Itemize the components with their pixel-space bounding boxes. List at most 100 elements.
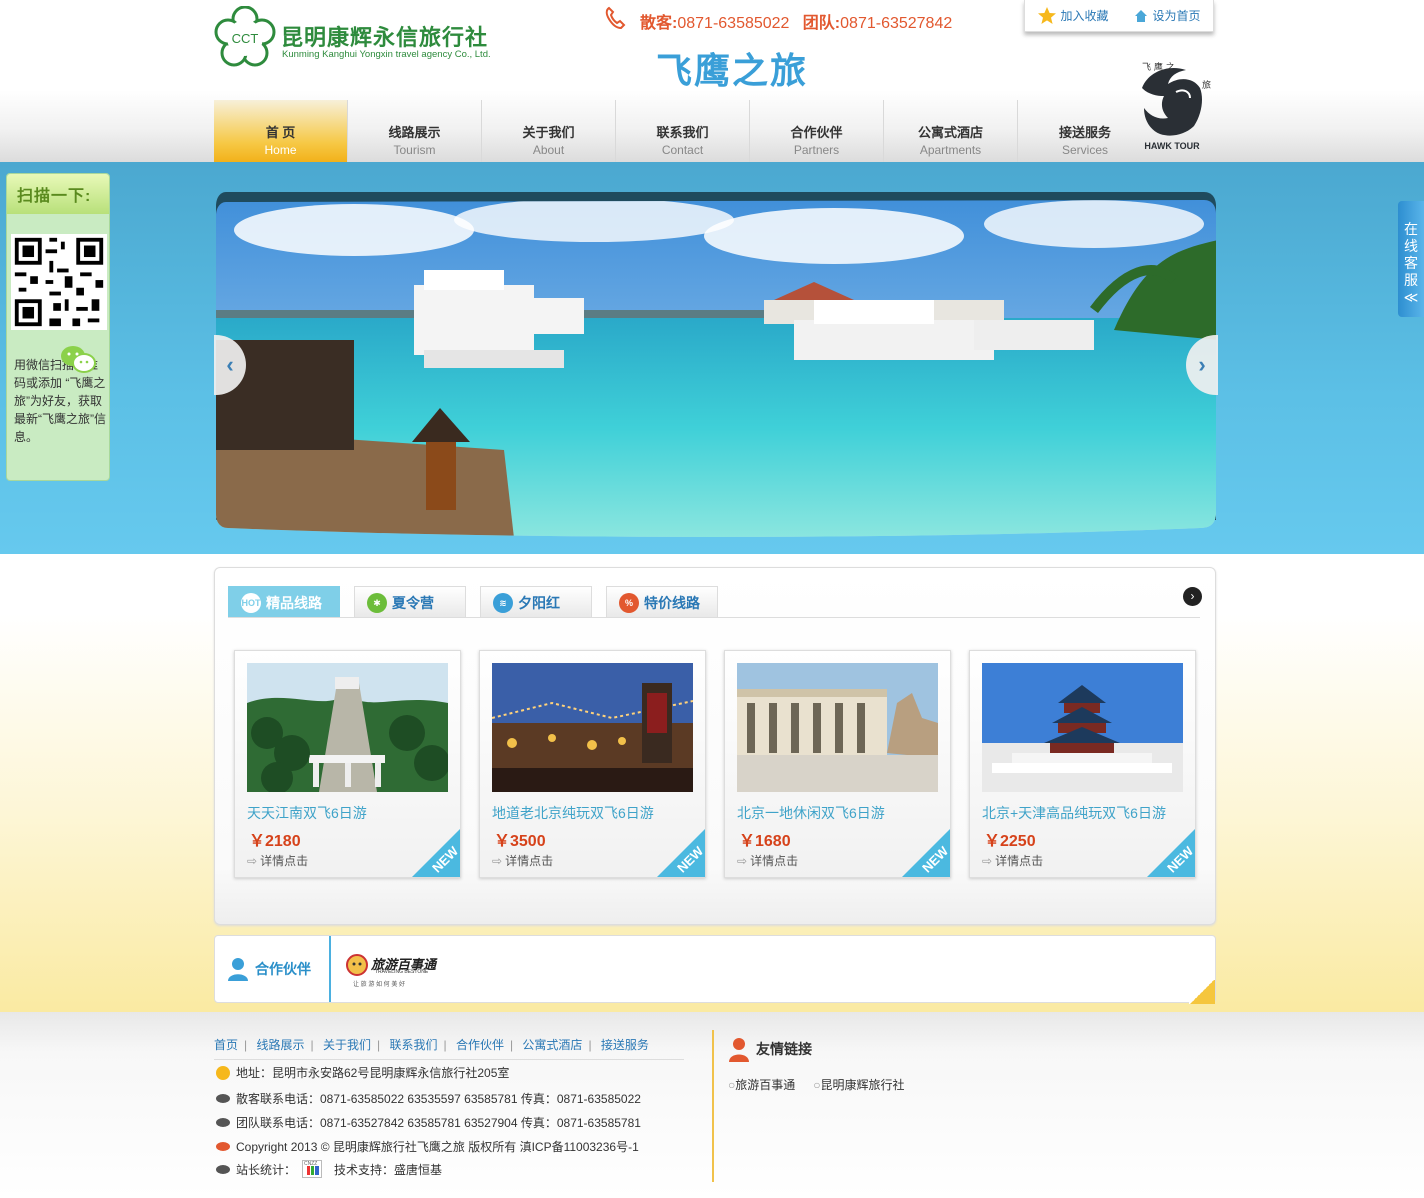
svg-text:HAWK TOUR: HAWK TOUR	[1144, 141, 1200, 151]
location-icon	[216, 1065, 230, 1080]
product-title: 地道老北京纯玩双飞6日游	[492, 805, 654, 821]
footer-link-home[interactable]: 首页	[214, 1038, 238, 1052]
nav-contact-en: Contact	[661, 143, 704, 157]
footer-stats-row: 站长统计： CNZZ 技术支持：盛唐恒基	[216, 1160, 442, 1178]
product-price: ￥2180	[249, 833, 301, 850]
partner-logo-link[interactable]: 旅游百事通 TRAVELING BESTONE 让 旅 游 如 何 美 好	[345, 951, 445, 989]
bookmark-link[interactable]: 加入收藏	[1037, 6, 1109, 26]
product-title: 天天江南双飞6日游	[247, 805, 367, 821]
nav-tourism[interactable]: 线路展示 Tourism	[348, 100, 482, 162]
main-nav: 首 页 Home 线路展示 Tourism 关于我们 About 联系我们 Contac…	[214, 100, 1152, 162]
product-price: ￥1680	[739, 833, 791, 850]
product-card[interactable]: 地道老北京纯玩双飞6日游 ￥3500 ⇨ 详情点击 NEW	[479, 650, 706, 878]
detail-label: 详情点击	[505, 854, 554, 868]
online-service-arrow: ≪	[1403, 289, 1419, 305]
friend-links-title: 友情链接	[756, 1041, 812, 1057]
tab-special-offers-label: 特价线路	[644, 594, 700, 611]
page-fold-corner	[1189, 980, 1215, 1004]
logo-chinese-name: 昆明康辉永信旅行社	[281, 25, 489, 50]
partners-heading: 合作伙伴	[215, 936, 331, 1002]
nav-apartments-en: Apartments	[919, 143, 982, 157]
tab-premium-routes[interactable]: HOT 精品线路	[228, 586, 340, 618]
qr-title: 扫描一下:	[7, 174, 109, 214]
footer-copyright: Copyright 2013 © 昆明康辉旅行社飞鹰之旅 版权所有 滇ICP备1…	[236, 1140, 639, 1154]
cnzz-stats-badge[interactable]: CNZZ	[302, 1160, 323, 1178]
arrow-right-icon: ⇨	[492, 853, 503, 868]
svg-text:旅: 旅	[1202, 79, 1211, 91]
logo-english-name: Kunming Kanghui Yongxin travel agency Co…	[282, 49, 491, 60]
separator: |	[244, 1038, 248, 1052]
nav-apartments[interactable]: 公寓式酒店 Apartments	[884, 100, 1018, 162]
product-title: 北京一地休闲双飞6日游	[737, 805, 885, 821]
nav-home[interactable]: 首 页 Home	[214, 100, 348, 162]
footer-scatter-phone-row: 散客联系电话：0871-63585022 63535597 63585781 传…	[216, 1090, 641, 1107]
detail-label: 详情点击	[260, 854, 309, 868]
slogan: 飞鹰之旅	[656, 51, 809, 92]
arrow-right-icon: ⇨	[247, 853, 258, 868]
bookmark-label: 加入收藏	[1060, 9, 1109, 23]
tab-senior-tours[interactable]: ≋ 夕阳红	[480, 586, 592, 618]
footer-link-tourism[interactable]: 线路展示	[256, 1038, 304, 1052]
partners-bar: 合作伙伴 旅游百事通 TRAVELING BESTONE 让 旅 游 如 何 美…	[214, 935, 1216, 1004]
product-detail-link[interactable]: ⇨ 详情点击	[737, 852, 798, 869]
tab-special-offers[interactable]: % 特价线路	[606, 586, 718, 618]
nav-tourism-en: Tourism	[393, 143, 436, 157]
footer-link-apartments[interactable]: 公寓式酒店	[522, 1038, 582, 1052]
footer-divider	[712, 1030, 714, 1182]
nav-about[interactable]: 关于我们 About	[482, 100, 616, 162]
copyright-bullet-icon	[216, 1142, 230, 1151]
product-detail-link[interactable]: ⇨ 详情点击	[247, 852, 308, 869]
phone-scatter: 0871-63585022	[677, 15, 790, 32]
friend-links: ○旅游百事通 ○昆明康辉旅行社	[728, 1076, 905, 1093]
nav-contact-cn: 联系我们	[656, 125, 709, 140]
partner-mascot-icon	[346, 954, 368, 976]
detail-label: 详情点击	[750, 854, 799, 868]
product-card[interactable]: 北京一地休闲双飞6日游 ￥1680 ⇨ 详情点击 NEW	[724, 650, 951, 878]
nav-home-en: Home	[264, 143, 297, 157]
product-price: ￥2250	[984, 833, 1036, 850]
hawk-tour-logo: 飞 鹰 之 旅 HAWK TOUR	[1142, 61, 1211, 151]
separator: |	[443, 1038, 447, 1052]
product-card[interactable]: 天天江南双飞6日游 ￥2180 ⇨ 详情点击 NEW	[234, 650, 461, 878]
wave-icon: ≋	[493, 592, 513, 613]
product-image	[982, 663, 1183, 792]
footer-group-phone-row: 团队联系电话：0871-63527842 63585781 63527904 传…	[216, 1114, 641, 1131]
home-icon	[1135, 9, 1148, 22]
separator: |	[376, 1038, 381, 1052]
wechat-icon	[61, 346, 96, 373]
product-detail-link[interactable]: ⇨ 详情点击	[982, 852, 1043, 869]
qr-code-image	[11, 234, 107, 330]
nav-tourism-cn: 线路展示	[388, 125, 441, 140]
product-detail-link[interactable]: ⇨ 详情点击	[492, 852, 553, 869]
tab-summer-camp[interactable]: ✱ 夏令营	[354, 586, 466, 618]
friend-link[interactable]: ○旅游百事通	[728, 1076, 795, 1093]
online-service-tab[interactable]: 在线客服 ≪	[1398, 201, 1424, 317]
footer-link-about[interactable]: 关于我们	[323, 1038, 371, 1052]
separator: |	[588, 1038, 592, 1052]
product-image	[247, 663, 448, 792]
nav-contact[interactable]: 联系我们 Contact	[616, 100, 750, 162]
footer-link-services[interactable]: 接送服务	[601, 1038, 649, 1052]
tabs-divider	[228, 617, 1200, 618]
separator: |	[310, 1038, 314, 1052]
nav-about-cn: 关于我们	[522, 125, 575, 140]
footer-nav: 首页 | 线路展示 | 关于我们 | 联系我们 | 合作伙伴 | 公寓式酒店 | 接送服务	[214, 1036, 684, 1060]
product-card[interactable]: 北京+天津高品纯玩双飞6日游 ￥2250 ⇨ 详情点击 NEW	[969, 650, 1196, 878]
set-homepage-link[interactable]: 设为首页	[1133, 7, 1201, 24]
friend-link-label: 昆明康辉旅行社	[820, 1078, 905, 1092]
footer-link-contact[interactable]: 联系我们	[389, 1038, 437, 1052]
circle-bullet-icon: ○	[813, 1078, 821, 1092]
phone-group-label: 团队:	[802, 15, 841, 32]
partner-logo-en: TRAVELING BESTONE	[375, 969, 429, 975]
logo-flower-icon[interactable]: CCT	[214, 6, 276, 68]
nav-partners[interactable]: 合作伙伴 Partners	[750, 100, 884, 162]
footer-group-phone: 团队联系电话：0871-63527842 63585781 63527904 传…	[236, 1116, 641, 1130]
phone-icon	[605, 6, 626, 30]
detail-label: 详情点击	[995, 854, 1044, 868]
friend-link-label: 旅游百事通	[735, 1078, 796, 1092]
friend-link[interactable]: ○昆明康辉旅行社	[813, 1076, 904, 1093]
footer-link-partners[interactable]: 合作伙伴	[456, 1038, 504, 1052]
product-image	[492, 663, 693, 792]
product-title: 北京+天津高品纯玩双飞6日游	[982, 805, 1166, 821]
tabs-next-button[interactable]: ›	[1183, 587, 1202, 606]
